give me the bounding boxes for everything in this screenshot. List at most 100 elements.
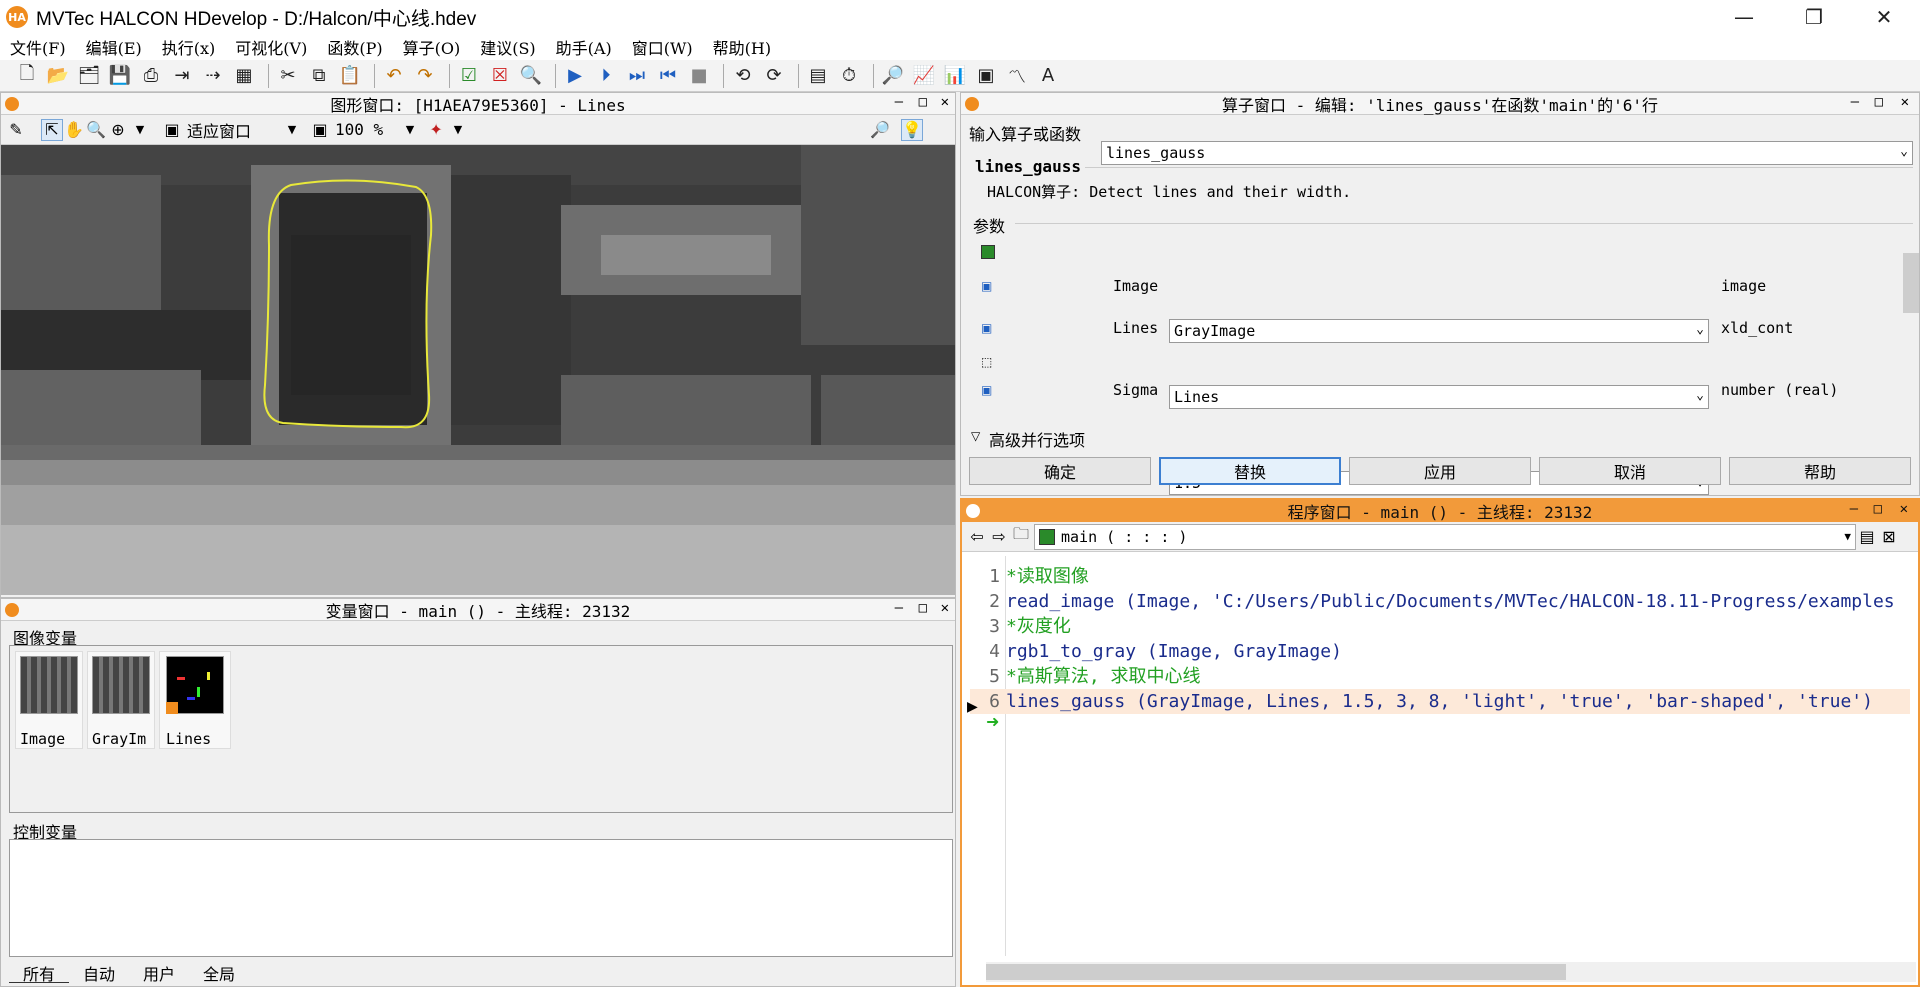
minimize-pane-icon[interactable]: —	[895, 94, 903, 110]
gray-histogram-icon[interactable]: 〽	[1004, 63, 1030, 89]
minimize-pane-icon[interactable]: —	[895, 600, 903, 616]
redo-icon[interactable]: ↷	[412, 63, 438, 89]
iconic-variable-grayimage[interactable]: GrayIm	[87, 651, 155, 749]
chevron-down-icon[interactable]: ⌄	[1900, 144, 1908, 159]
procedure-select[interactable]: main ( : : : ) ▼	[1034, 523, 1856, 550]
step-over-icon[interactable]: ⏵	[593, 63, 619, 89]
code-line[interactable]: 3 *灰度化	[970, 614, 1910, 639]
light-bulb-icon[interactable]: 💡	[901, 118, 924, 141]
tab-auto[interactable]: 自动	[69, 961, 129, 984]
cut-icon[interactable]: ✂	[275, 63, 301, 89]
new-file-icon[interactable]: 🗋	[14, 63, 40, 89]
zoom-window-icon[interactable]: 🔎	[880, 63, 906, 89]
copy-icon[interactable]: ⧉	[306, 63, 332, 89]
menu-item-1[interactable]: 编辑(E)	[76, 35, 152, 59]
pointer-icon[interactable]: ⇱	[41, 118, 63, 141]
scrollbar-thumb[interactable]	[986, 964, 1566, 980]
menu-item-6[interactable]: 建议(S)	[470, 35, 545, 59]
apply-button[interactable]: 应用	[1349, 457, 1531, 485]
step-into-icon[interactable]: ⏭	[624, 63, 650, 89]
save-icon[interactable]: 💾	[107, 63, 133, 89]
fit-window-icon[interactable]: ▣	[161, 119, 183, 141]
close-pane-icon[interactable]: ✕	[1900, 501, 1908, 517]
code-line[interactable]: 4 rgb1_to_gray (Image, GrayImage)	[970, 639, 1910, 664]
advanced-options-label[interactable]: 高级并行选项	[989, 427, 1085, 451]
deactivate-icon[interactable]: ☒	[487, 63, 513, 89]
operator-input[interactable]: lines_gauss ⌄	[1101, 141, 1913, 165]
timer-icon[interactable]: ⏱	[836, 63, 862, 89]
chevron-down-icon[interactable]: ⌄	[1696, 322, 1704, 337]
chevron-down-icon[interactable]: ▼	[399, 119, 421, 141]
feature-inspection-icon[interactable]: ▣	[973, 63, 999, 89]
chevron-down-icon[interactable]: ▽	[971, 429, 980, 443]
code-line[interactable]: 2 read_image (Image, 'C:/Users/Public/Doc…	[970, 589, 1910, 614]
minimize-pane-icon[interactable]: —	[1850, 501, 1858, 517]
find-icon[interactable]: 🔍	[518, 63, 544, 89]
maximize-button[interactable]: ❐	[1778, 0, 1850, 34]
hand-icon[interactable]: ✋	[63, 119, 85, 141]
maximize-pane-icon[interactable]: □	[1875, 94, 1883, 110]
stop-icon[interactable]: ■	[686, 63, 712, 89]
chevron-down-icon[interactable]: ⌄	[1696, 388, 1704, 403]
minimize-button[interactable]: —	[1708, 0, 1780, 34]
procedure-icon[interactable]: ▦	[231, 63, 257, 89]
export-icon[interactable]: ⇥	[169, 63, 195, 89]
code-line[interactable]: 5 *高斯算法, 求取中心线	[970, 664, 1910, 689]
print-icon[interactable]: ⎙	[138, 63, 164, 89]
chevron-down-icon[interactable]: ▼	[129, 119, 151, 141]
tab-user[interactable]: 用户	[129, 961, 189, 984]
menu-item-5[interactable]: 算子(O)	[393, 35, 471, 59]
delete-procedure-icon[interactable]: ⊠	[1878, 526, 1900, 548]
cancel-button[interactable]: 取消	[1539, 457, 1721, 485]
menu-item-8[interactable]: 窗口(W)	[622, 35, 703, 59]
menu-item-3[interactable]: 可视化(V)	[225, 35, 317, 59]
ocr-assistant-icon[interactable]: A	[1035, 63, 1061, 89]
maximize-pane-icon[interactable]: □	[919, 600, 927, 616]
zoom-level-icon[interactable]: ▣	[309, 119, 331, 141]
step-out-icon[interactable]: ⏮	[655, 63, 681, 89]
menu-item-4[interactable]: 函数(P)	[317, 35, 392, 59]
tab-all[interactable]: 所有	[9, 961, 70, 984]
menu-item-0[interactable]: 文件(F)	[0, 35, 76, 59]
param-image-select[interactable]: GrayImage ⌄	[1169, 319, 1709, 343]
forward-arrow-icon[interactable]: ⇨	[988, 526, 1010, 548]
reset-icon[interactable]: ⟲	[730, 63, 756, 89]
horizontal-scrollbar[interactable]	[986, 962, 1916, 982]
open-file-icon[interactable]: 📂	[45, 63, 71, 89]
graphics-canvas[interactable]	[1, 145, 955, 595]
procedure-folder-icon[interactable]: 🗀	[1010, 524, 1032, 548]
histogram-icon[interactable]: 📈	[911, 63, 937, 89]
chevron-down-icon[interactable]: ▼	[281, 119, 303, 141]
edit-procedure-icon[interactable]: ▤	[1856, 526, 1878, 548]
export-library-icon[interactable]: ⇢	[200, 63, 226, 89]
close-pane-icon[interactable]: ✕	[1901, 94, 1909, 110]
paste-icon[interactable]: 📋	[337, 63, 363, 89]
close-pane-icon[interactable]: ✕	[941, 94, 949, 110]
open-example-icon[interactable]: 🗂	[76, 63, 102, 89]
tab-global[interactable]: 全局	[189, 961, 249, 984]
maximize-pane-icon[interactable]: □	[1874, 501, 1882, 517]
minimize-pane-icon[interactable]: —	[1851, 94, 1859, 110]
iconic-variable-image[interactable]: Image	[15, 651, 83, 749]
run-icon[interactable]: ▶	[562, 63, 588, 89]
undo-icon[interactable]: ↶	[381, 63, 407, 89]
menu-item-2[interactable]: 执行(x)	[152, 35, 226, 59]
fit-window-button[interactable]: 适应窗口	[187, 118, 251, 142]
close-pane-icon[interactable]: ✕	[941, 600, 949, 616]
menu-item-9[interactable]: 帮助(H)	[703, 35, 781, 59]
chevron-down-icon[interactable]: ▼	[1844, 530, 1851, 543]
zoom-level-select[interactable]: 100 %	[335, 120, 399, 139]
code-line[interactable]: 1 *读取图像	[970, 564, 1910, 589]
help-button[interactable]: 帮助	[1729, 457, 1911, 485]
maximize-pane-icon[interactable]: □	[919, 94, 927, 110]
inspect-icon[interactable]: 🔎	[869, 119, 891, 141]
chevron-down-icon[interactable]: ▼	[447, 119, 469, 141]
profiler-icon[interactable]: ▤	[805, 63, 831, 89]
close-button[interactable]: ✕	[1848, 0, 1920, 34]
magnifier-icon[interactable]: 🔍	[85, 119, 107, 141]
zoom-icon[interactable]: ⊕	[107, 119, 129, 141]
activate-icon[interactable]: ☑	[456, 63, 482, 89]
param-lines-select[interactable]: Lines ⌄	[1169, 385, 1709, 409]
scrollbar-thumb[interactable]	[1903, 253, 1919, 313]
ok-button[interactable]: 确定	[969, 457, 1151, 485]
